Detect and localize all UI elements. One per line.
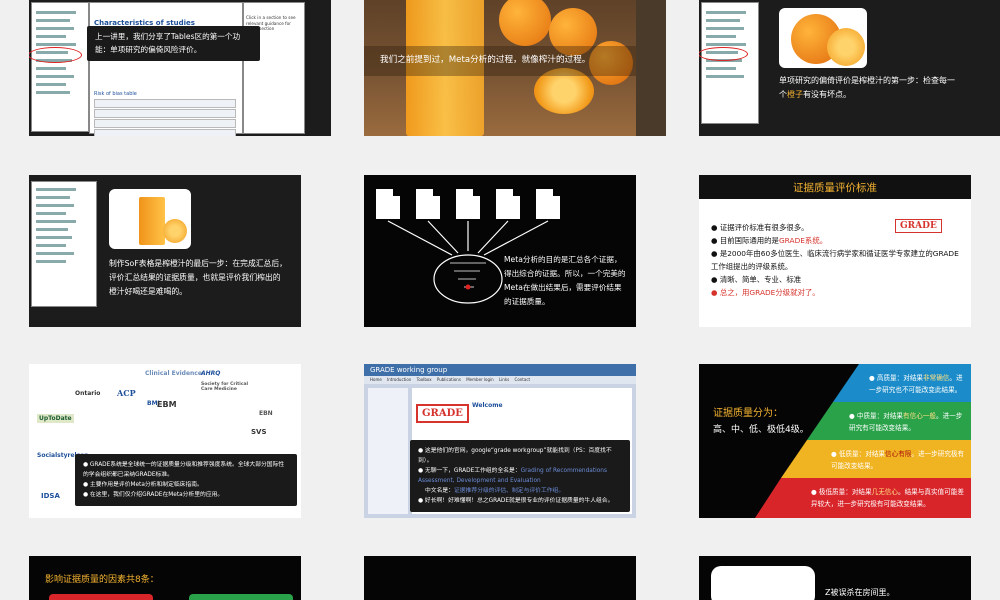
logo-ebm: EBM (157, 400, 177, 409)
nav-member-login[interactable]: Member login (466, 377, 493, 382)
caption-highlight: 橙子 (787, 90, 803, 99)
slide-title: 证据质量分为： (713, 408, 783, 419)
slide-thumbnail-2[interactable]: 我们之前提到过，Meta分析的过程，就像榨汁的过程。 (364, 0, 666, 136)
bullet-item: 中文名是：证据推荐分级的评估、制定与评价工作组。 (425, 488, 565, 494)
review-manager-tree-pane (29, 2, 89, 132)
slide-thumbnail-10[interactable]: 影响证据质量的因素共8条： (29, 556, 301, 600)
site-sidebar (368, 388, 408, 514)
bullet-list: ● 证据评价标准有很多很多。 ● 目前国际通用的是GRADE系统。 ● 是200… (711, 221, 959, 299)
level-high: ● 高质量：对结果非常确信。进一步研究也不可能改变此结果。 (869, 374, 963, 394)
nav-publications[interactable]: Publications (437, 377, 461, 382)
bullet-item: ● 是2000年由60多位医生、临床流行病学家和循证医学专家建立的GRADE工作… (711, 249, 959, 271)
slide-thumbnail-4[interactable]: 制作SoF表格是榨橙汁的最后一步：在完成汇总后，评价汇总结果的证据质量，也就是评… (29, 175, 301, 327)
logo-sccm: Society for Critical Care Medicine (201, 382, 249, 392)
review-manager-tree-pane (31, 181, 97, 307)
logo-acp: ACP (117, 388, 136, 398)
bullet-item: ● GRADE系统是全球统一的证据质量分级和推荐强度系统。全球大部分国际性的学会… (83, 462, 285, 478)
logo-ontario: Ontario (75, 390, 101, 397)
nav-home[interactable]: Home (370, 377, 382, 382)
bullet-box: ● 这是他们的官网，google“grade workgroup”就能找到（PS… (410, 440, 630, 512)
logo-ahrq: AHRQ (201, 370, 221, 377)
nav-toolbox[interactable]: Toolbox (417, 377, 432, 382)
nav-contact[interactable]: Contact (515, 377, 531, 382)
orange-image-card (779, 8, 867, 68)
levels-line: 高、中、低、极低4级。 (713, 425, 809, 435)
logo-svs: SVS (251, 428, 267, 436)
slide-thumbnail-3[interactable]: 单项研究的偏倚评价是榨橙汁的第一步：检查每一个橙子有没有坏点。 (699, 0, 1000, 136)
guidance-panel: Click in a section to see relevant guida… (243, 2, 305, 134)
slide-thumbnail-1[interactable]: Characteristics of studies Risk of bias … (29, 0, 331, 136)
bullet-item: ● 无聊一下，GRADE工作组的全名是：Grading of Recommend… (418, 468, 607, 484)
bullet-box: ● GRADE系统是全球统一的证据质量分级和推荐强度系统。全球大部分国际性的学会… (75, 454, 297, 506)
slide-caption: 我们之前提到过，Meta分析的过程，就像榨汁的过程。 (380, 55, 591, 65)
logo-idsa: IDSA (41, 492, 60, 500)
risk-of-bias-header: Risk of bias table (94, 91, 137, 97)
factor-card-green (189, 594, 293, 600)
site-nav: Home Introduction Toolbox Publications M… (364, 376, 636, 384)
slide-thumbnail-12[interactable]: Z被误杀在房间里。 (699, 556, 971, 600)
slide-caption: Z被误杀在房间里。 (825, 588, 895, 597)
highlight-circle-icon (699, 47, 748, 61)
review-manager-tree-pane (699, 2, 759, 124)
tables-panel: Characteristics of studies Risk of bias … (89, 2, 243, 136)
bullet-item: ● 证据评价标准有很多很多。 (711, 223, 809, 232)
logo-clinical-evidence: Clinical Evidence (145, 370, 202, 377)
slide-thumbnail-9[interactable]: 证据质量分为： 高、中、低、极低4级。 ● 高质量：对结果非常确信。进一步研究也… (699, 364, 971, 518)
slide-thumbnail-6[interactable]: 证据质量评价标准 GRADE ● 证据评价标准有很多很多。 ● 目前国际通用的是… (699, 175, 971, 327)
caption-text-end: 有没有坏点。 (803, 90, 851, 99)
highlight-circle-icon (29, 47, 82, 63)
image-card (711, 566, 815, 600)
bullet-item: ● 目前国际通用的是GRADE系统。 (711, 236, 828, 245)
bullet-item: ● 在这里，我们仅介绍GRADE在Meta分析里的应用。 (83, 492, 224, 498)
logo-ebn: EBN (259, 410, 273, 417)
site-title: GRADE working group (370, 366, 448, 374)
slide-caption: 制作SoF表格是榨橙汁的最后一步：在完成汇总后，评价汇总结果的证据质量，也就是评… (109, 259, 287, 296)
logo-uptodate: UpToDate (37, 414, 74, 423)
bullet-item: ● 总之，用GRADE分级就对了。 (711, 288, 820, 297)
juice-image-card (109, 189, 191, 249)
slide-title: 影响证据质量的因素共8条： (45, 575, 159, 585)
bullet-item: ● 主要作用是评价Meta分析和制定临床指南。 (83, 482, 203, 488)
slide-caption: 上一讲里，我们分享了Tables区的第一个功能：单项研究的偏倚风险评价。 (87, 26, 260, 61)
bullet-item: ● 这是他们的官网，google“grade workgroup”就能找到（PS… (418, 448, 612, 464)
bullet-item: ● 清晰、简单、专业、标准 (711, 275, 802, 284)
welcome-heading: Welcome (472, 402, 503, 409)
level-medium: ● 中质量：对结果有信心一般。进一步研究有可能改变结果。 (849, 412, 963, 432)
factor-card-red (49, 594, 153, 600)
slide-caption: Meta分析的目的是汇总各个证据，得出综合的证据。所以，一个完美的Meta在做出… (504, 255, 626, 306)
nav-links[interactable]: Links (499, 377, 509, 382)
slide-title: 证据质量评价标准 (793, 182, 877, 194)
bullet-item: ● 好长啊！好难懂啊！总之GRADE就是很专业的评价证据质量的牛人组合。 (418, 498, 614, 504)
slide-thumbnail-7[interactable]: Clinical Evidence AHRQ Ontario ACP BMJ E… (29, 364, 301, 518)
grade-logo: GRADE (416, 404, 469, 423)
level-very-low: ● 极低质量：对结果几无信心。结果与真实值可能差异较大，进一步研究极有可能改变结… (811, 488, 964, 508)
slide-thumbnail-11[interactable] (364, 556, 636, 600)
level-low: ● 低质量：对结果信心有限。进一步研究极有可能改变结果。 (831, 450, 965, 470)
slide-caption: 单项研究的偏倚评价是榨橙汁的第一步：检查每一个橙子有没有坏点。 (779, 74, 959, 102)
slide-thumbnail-8[interactable]: GRADE working group Home Introduction To… (364, 364, 636, 518)
nav-introduction[interactable]: Introduction (387, 377, 411, 382)
slide-thumbnail-5[interactable]: Meta分析的目的是汇总各个证据，得出综合的证据。所以，一个完美的Meta在做出… (364, 175, 636, 327)
